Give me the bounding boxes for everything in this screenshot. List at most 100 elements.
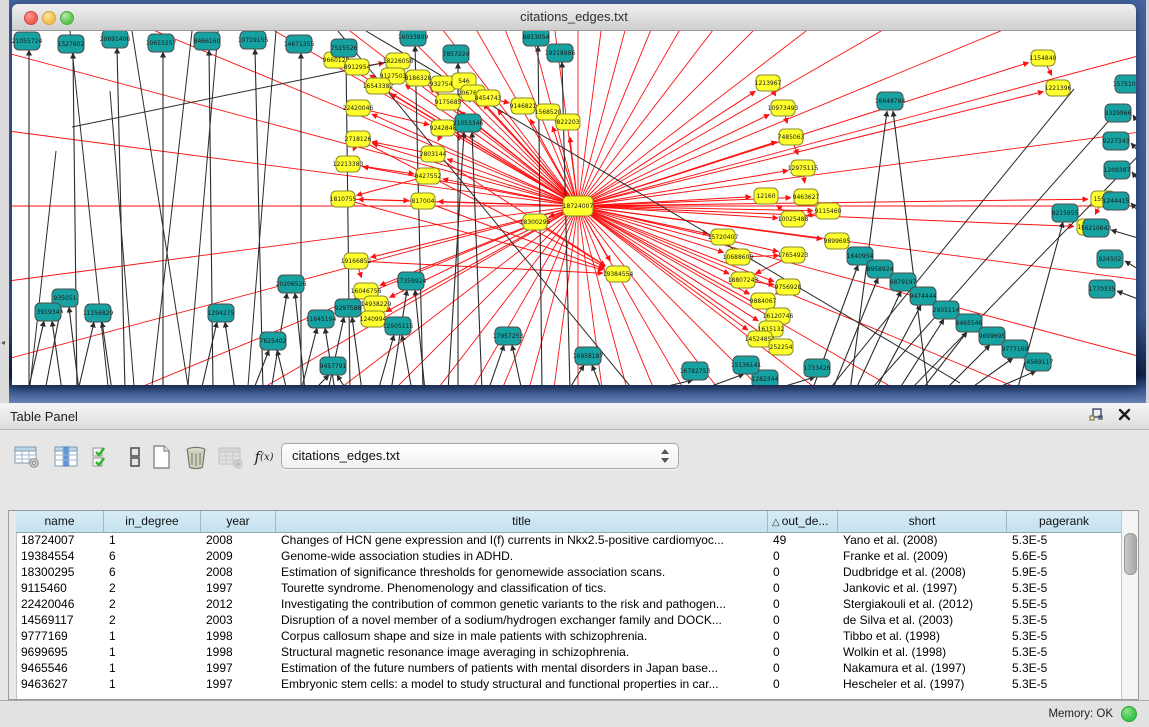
graph-node[interactable]: 8912954 [344,59,371,75]
graph-node[interactable]: 22420046 [343,100,374,116]
graph-node[interactable]: 14671355 [284,35,315,53]
memory-status-indicator[interactable] [1121,706,1137,722]
graph-node[interactable]: 8186328 [405,70,432,86]
graph-node[interactable]: 8958924 [867,260,894,278]
graph-node[interactable]: 1527602 [58,35,85,53]
graph-node[interactable]: 9463627 [793,189,820,205]
graph-node[interactable]: 9777169 [1002,340,1029,358]
vertical-scrollbar[interactable] [1121,511,1138,699]
graph-node[interactable]: 15751074 [1113,75,1136,93]
close-panel-icon[interactable] [1118,408,1131,421]
graph-node[interactable]: 12213383 [333,156,364,172]
table-row[interactable]: 1872400712008Changes of HCN gene express… [16,532,1122,548]
graph-node[interactable]: 12160 [754,188,778,204]
column-header-out_de[interactable]: △out_de... [768,511,838,532]
graph-node[interactable]: 252254 [769,339,793,355]
graph-node[interactable]: 19218986 [545,44,576,62]
network-canvas[interactable]: 9660128891295418226058912750316543382818… [12,31,1136,385]
graph-node[interactable]: 1154840 [1030,50,1057,66]
graph-node[interactable]: 16958187 [573,347,604,365]
graph-node[interactable]: 21053346 [453,114,484,132]
new-file-icon[interactable] [146,442,176,472]
table-row[interactable]: 946362711997Embryonic stem cells: a mode… [16,676,1122,692]
graph-node[interactable]: 924502 [1097,250,1123,268]
graph-node[interactable]: 17957253 [493,327,524,345]
network-window-titlebar[interactable]: citations_edges.txt [12,4,1136,31]
graph-node[interactable]: 18724007 [563,196,594,216]
graph-node[interactable]: 2935114 [933,301,960,319]
citation-network-graph[interactable]: 9660128891295418226058912750316543382818… [12,31,1136,385]
graph-node[interactable]: 9329966 [1105,104,1132,122]
graph-node[interactable]: 2803144 [420,146,447,162]
collapse-arrow-icon[interactable]: ◂ [1,338,5,347]
table-row[interactable]: 946554611997Estimation of the future num… [16,660,1122,676]
table-row[interactable]: 1456911722003Disruption of a novel membe… [16,612,1122,628]
row-checkmarks-icon[interactable] [88,442,118,472]
table-select-dropdown[interactable]: citations_edges.txt [281,443,679,469]
graph-node[interactable]: 9474444 [910,287,937,305]
graph-node[interactable]: 9699695 [979,327,1006,345]
graph-node[interactable]: 9884067 [750,293,777,309]
graph-node[interactable]: 14569117 [1023,353,1054,371]
select-columns-icon[interactable] [51,442,81,472]
graph-node[interactable]: 1810755 [330,191,357,207]
graph-node[interactable]: 10688609 [723,249,754,265]
column-header-year[interactable]: year [201,511,276,532]
graph-node[interactable]: 817004 [411,193,435,209]
graph-node[interactable]: 9175685 [435,94,462,110]
graph-node[interactable]: 11156829 [83,304,114,322]
graph-node[interactable]: 9297588 [335,299,362,317]
graph-node[interactable]: 1209387 [1104,161,1131,179]
graph-node[interactable]: 15720407 [708,229,739,245]
graph-node[interactable]: 8454743 [475,90,502,106]
graph-node[interactable]: 19384554 [603,266,634,282]
table-row[interactable]: 969969511998Structural magnetic resonanc… [16,644,1122,660]
table-row[interactable]: 1830029562008Estimation of significance … [16,564,1122,580]
graph-node[interactable]: 16782753 [680,362,711,380]
graph-node[interactable]: 10025488 [778,211,809,227]
table-row[interactable]: 2242004622012Investigating the contribut… [16,596,1122,612]
graph-node[interactable]: 1244415 [1103,192,1130,210]
table-row[interactable]: 1938455462009Genome-wide association stu… [16,548,1122,564]
column-header-short[interactable]: short [838,511,1007,532]
graph-node[interactable]: 1221396 [1045,80,1072,96]
table-row[interactable]: 977716911998Corpus callosum shape and si… [16,628,1122,644]
graph-node[interactable]: 9465546 [956,314,983,332]
graph-node[interactable]: 7625402 [260,332,287,350]
graph-node[interactable]: 16210643 [1081,219,1112,237]
graph-node[interactable]: 20691406 [100,31,131,48]
graph-node[interactable]: 16033809 [398,31,429,46]
graph-node[interactable]: 12975115 [788,160,819,176]
graph-node[interactable]: 18807243 [728,272,759,288]
graph-node[interactable]: 10719155 [238,31,269,49]
column-header-name[interactable]: name [16,511,104,532]
graph-node[interactable]: 12505115 [383,317,414,335]
graph-node[interactable]: 9756928 [775,279,802,295]
graph-node[interactable]: 9457791 [320,357,347,375]
delete-trash-icon[interactable] [181,442,211,472]
column-header-in_degree[interactable]: in_degree [104,511,201,532]
graph-node[interactable]: 1733426 [804,359,831,377]
graph-node[interactable]: 16543382 [363,78,394,94]
column-header-pagerank[interactable]: pagerank [1007,511,1122,532]
graph-node[interactable]: 10655257 [146,34,177,52]
graph-node[interactable]: 10973493 [768,100,799,116]
graph-node[interactable]: 15136141 [731,356,762,374]
graph-node[interactable]: 2718126 [345,131,372,147]
graph-node[interactable]: 1294275 [208,304,235,322]
graph-node[interactable]: 17654923 [778,247,809,263]
graph-node[interactable]: 9146821 [510,98,537,114]
table-row[interactable]: 911546021997Tourette syndrome. Phenomeno… [16,580,1122,596]
column-header-title[interactable]: title [276,511,768,532]
graph-node[interactable]: 8813054 [523,31,550,46]
graph-node[interactable]: 1770335 [1089,280,1116,298]
graph-node[interactable]: 8466160 [194,32,221,50]
graph-node[interactable]: 7485063 [778,129,805,145]
graph-node[interactable]: 8215955 [1052,204,1079,222]
graph-node[interactable]: 7515526 [331,39,358,57]
table-settings-icon[interactable] [12,442,42,472]
graph-node[interactable]: 1213967 [755,75,782,91]
graph-node[interactable]: 822203 [556,114,580,130]
float-window-icon[interactable] [1089,407,1104,422]
graph-node[interactable]: 7857224 [443,45,470,63]
